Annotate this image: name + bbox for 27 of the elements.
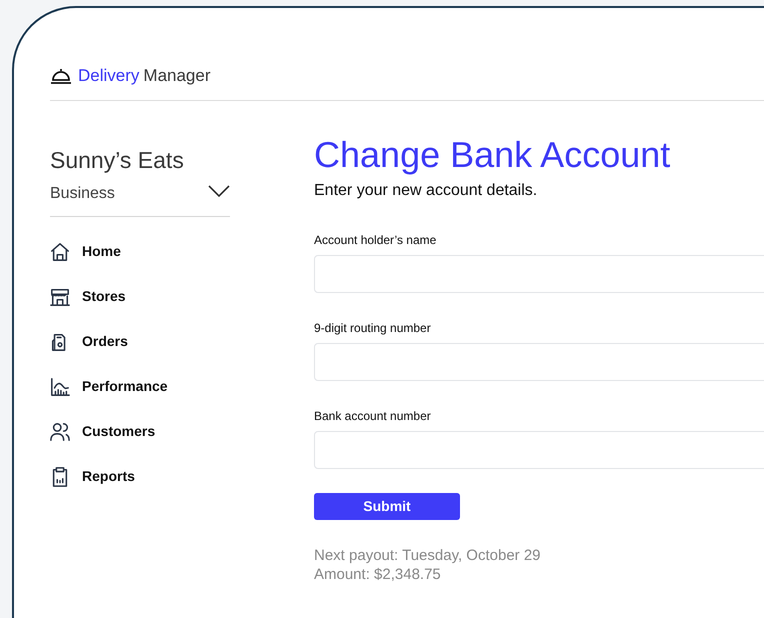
service-bell-icon [50, 67, 72, 85]
input-field[interactable] [314, 431, 764, 469]
nav-item[interactable]: Reports [50, 464, 230, 490]
account-name: Sunny’s Eats [50, 146, 185, 175]
nav-item[interactable]: Stores [50, 284, 230, 310]
field-label: Account holder’s name [314, 232, 438, 249]
clipboard-icon [50, 466, 70, 488]
nav-item[interactable]: Orders [50, 328, 230, 354]
nav-item[interactable]: Customers [50, 418, 230, 444]
page-title: Change Bank Account [314, 133, 672, 177]
field-label: 9-digit routing number [314, 320, 432, 337]
nav-item[interactable]: Home [50, 238, 230, 264]
field-label: Bank account number [314, 408, 432, 425]
payout-date: Next payout: Tuesday, October 29 [314, 546, 542, 565]
nav-item[interactable]: Performance [50, 374, 230, 400]
input-field[interactable] [314, 255, 764, 293]
chart-icon [50, 376, 70, 398]
people-icon [50, 420, 70, 442]
input-field[interactable] [314, 343, 764, 381]
payout-amount: Amount: $2,348.75 [314, 565, 442, 584]
chevron-down-icon [208, 184, 230, 196]
house-icon [50, 240, 70, 262]
account-switcher[interactable]: Business [50, 182, 230, 216]
page-subtitle: Enter your new account details. [314, 181, 538, 201]
brand-name: Delivery [78, 65, 140, 88]
submit-button[interactable]: Submit [314, 493, 460, 520]
brand-name: Manager [143, 65, 211, 88]
